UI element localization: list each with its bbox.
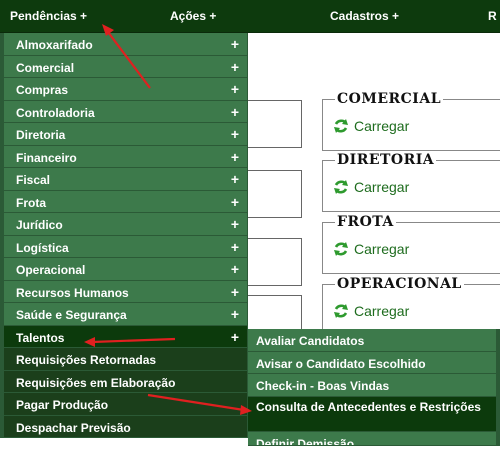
menu-item-label: Recursos Humanos [16, 285, 129, 300]
menu-item-controladoria[interactable]: Controladoria + [0, 100, 248, 123]
top-menu-acoes[interactable]: Ações + [170, 9, 216, 23]
expand-plus-icon: + [230, 171, 239, 187]
submenu-item-avaliar-candidatos[interactable]: Avaliar Candidatos [248, 329, 500, 352]
menu-item-requisicoes-elaboracao[interactable]: Requisições em Elaboração [0, 370, 248, 393]
menu-item-label: Diretoria [16, 128, 66, 142]
talentos-submenu: Avaliar Candidatos Avisar o Candidato Es… [248, 329, 500, 446]
menu-item-comercial[interactable]: Comercial + [0, 55, 248, 78]
carregar-label: Carregar [354, 241, 410, 257]
menu-item-label: Saúde e Segurança [16, 308, 127, 322]
carregar-link[interactable]: Carregar [333, 241, 409, 257]
menu-item-diretoria[interactable]: Diretoria + [0, 123, 248, 146]
carregar-link[interactable]: Carregar [333, 179, 409, 195]
expand-plus-icon: + [230, 261, 239, 277]
menu-item-label: Operacional [16, 263, 86, 277]
panel-frota: FROTA Carregar [322, 214, 500, 274]
expand-plus-icon: + [230, 148, 239, 165]
menu-item-label: Fiscal [16, 173, 51, 187]
menu-item-saude-seguranca[interactable]: Saúde e Segurança + [0, 303, 248, 326]
menu-item-label: Frota [16, 195, 46, 210]
expand-plus-icon: + [230, 103, 239, 120]
submenu-item-definir-demissao[interactable]: Definir Demissão [248, 431, 500, 446]
submenu-item-check-in[interactable]: Check-in - Boas Vindas [248, 374, 500, 397]
panel-box [240, 238, 302, 286]
menu-item-label: Logística [16, 240, 69, 255]
panel-box [240, 170, 302, 218]
menu-item-pagar-producao[interactable]: Pagar Produção [0, 393, 248, 416]
menu-item-recursos-humanos[interactable]: Recursos Humanos + [0, 280, 248, 303]
menu-item-almoxarifado[interactable]: Almoxarifado + [0, 33, 248, 56]
menu-item-label: Requisições em Elaboração [16, 375, 176, 390]
top-menu-cut-item[interactable]: R [488, 9, 497, 23]
menu-item-despachar-previsao[interactable]: Despachar Previsão [0, 415, 248, 438]
panel-legend: COMERCIAL [335, 91, 444, 107]
menu-item-frota[interactable]: Frota + [0, 190, 248, 213]
menu-item-label: Financeiro [16, 150, 77, 165]
menu-item-label: Comercial [16, 60, 75, 75]
menu-item-juridico[interactable]: Jurídico + [0, 213, 248, 236]
top-menu-cadastros[interactable]: Cadastros + [330, 9, 399, 23]
menu-item-label: Talentos [16, 330, 65, 345]
menu-item-compras[interactable]: Compras + [0, 78, 248, 101]
menu-item-label: Requisições Retornadas [16, 353, 157, 367]
menu-item-operacional[interactable]: Operacional + [0, 258, 248, 281]
panel-comercial: COMERCIAL Carregar [322, 91, 500, 151]
expand-plus-icon: + [230, 238, 239, 255]
refresh-icon [334, 242, 348, 256]
expand-plus-icon: + [230, 216, 239, 232]
panel-diretoria: DIRETORIA Carregar [322, 152, 500, 212]
expand-plus-icon: + [230, 283, 239, 300]
menu-item-financeiro[interactable]: Financeiro + [0, 145, 248, 168]
expand-plus-icon: + [230, 193, 239, 210]
panel-box [240, 100, 302, 148]
panel-legend: DIRETORIA [335, 152, 437, 168]
top-menu-pendencias[interactable]: Pendências + [10, 9, 87, 23]
carregar-label: Carregar [354, 118, 410, 134]
menu-item-label: Despachar Previsão [16, 420, 131, 435]
carregar-link[interactable]: Carregar [333, 118, 409, 134]
menu-item-label: Controladoria [16, 105, 95, 120]
panel-legend: OPERACIONAL [335, 276, 464, 292]
refresh-icon [334, 119, 348, 133]
carregar-label: Carregar [354, 303, 410, 319]
submenu-item-consulta-antecedentes[interactable]: Consulta de Antecedentes e Restrições [248, 396, 500, 432]
expand-plus-icon: + [230, 306, 239, 322]
expand-plus-icon: + [230, 36, 239, 52]
menu-item-label: Pagar Produção [16, 398, 109, 412]
top-menu-bar: Pendências + Ações + Cadastros + R [0, 0, 500, 33]
expand-plus-icon: + [230, 126, 239, 142]
menu-item-talentos[interactable]: Talentos + [0, 325, 248, 348]
refresh-icon [334, 304, 348, 318]
menu-item-label: Jurídico [16, 218, 63, 232]
expand-plus-icon: + [230, 328, 239, 345]
menu-item-logistica[interactable]: Logística + [0, 235, 248, 258]
refresh-icon [334, 180, 348, 194]
expand-plus-icon: + [230, 81, 239, 97]
carregar-link[interactable]: Carregar [333, 303, 409, 319]
menu-item-requisicoes-retornadas[interactable]: Requisições Retornadas [0, 348, 248, 371]
menu-item-label: Almoxarifado [16, 38, 93, 52]
submenu-item-avisar-candidato[interactable]: Avisar o Candidato Escolhido [248, 351, 500, 374]
menu-item-fiscal[interactable]: Fiscal + [0, 168, 248, 191]
expand-plus-icon: + [230, 58, 239, 75]
carregar-label: Carregar [354, 179, 410, 195]
menu-item-label: Compras [16, 83, 69, 97]
pendencias-dropdown: Almoxarifado + Comercial + Compras + Contro… [0, 33, 248, 438]
panel-legend: FROTA [335, 214, 396, 230]
